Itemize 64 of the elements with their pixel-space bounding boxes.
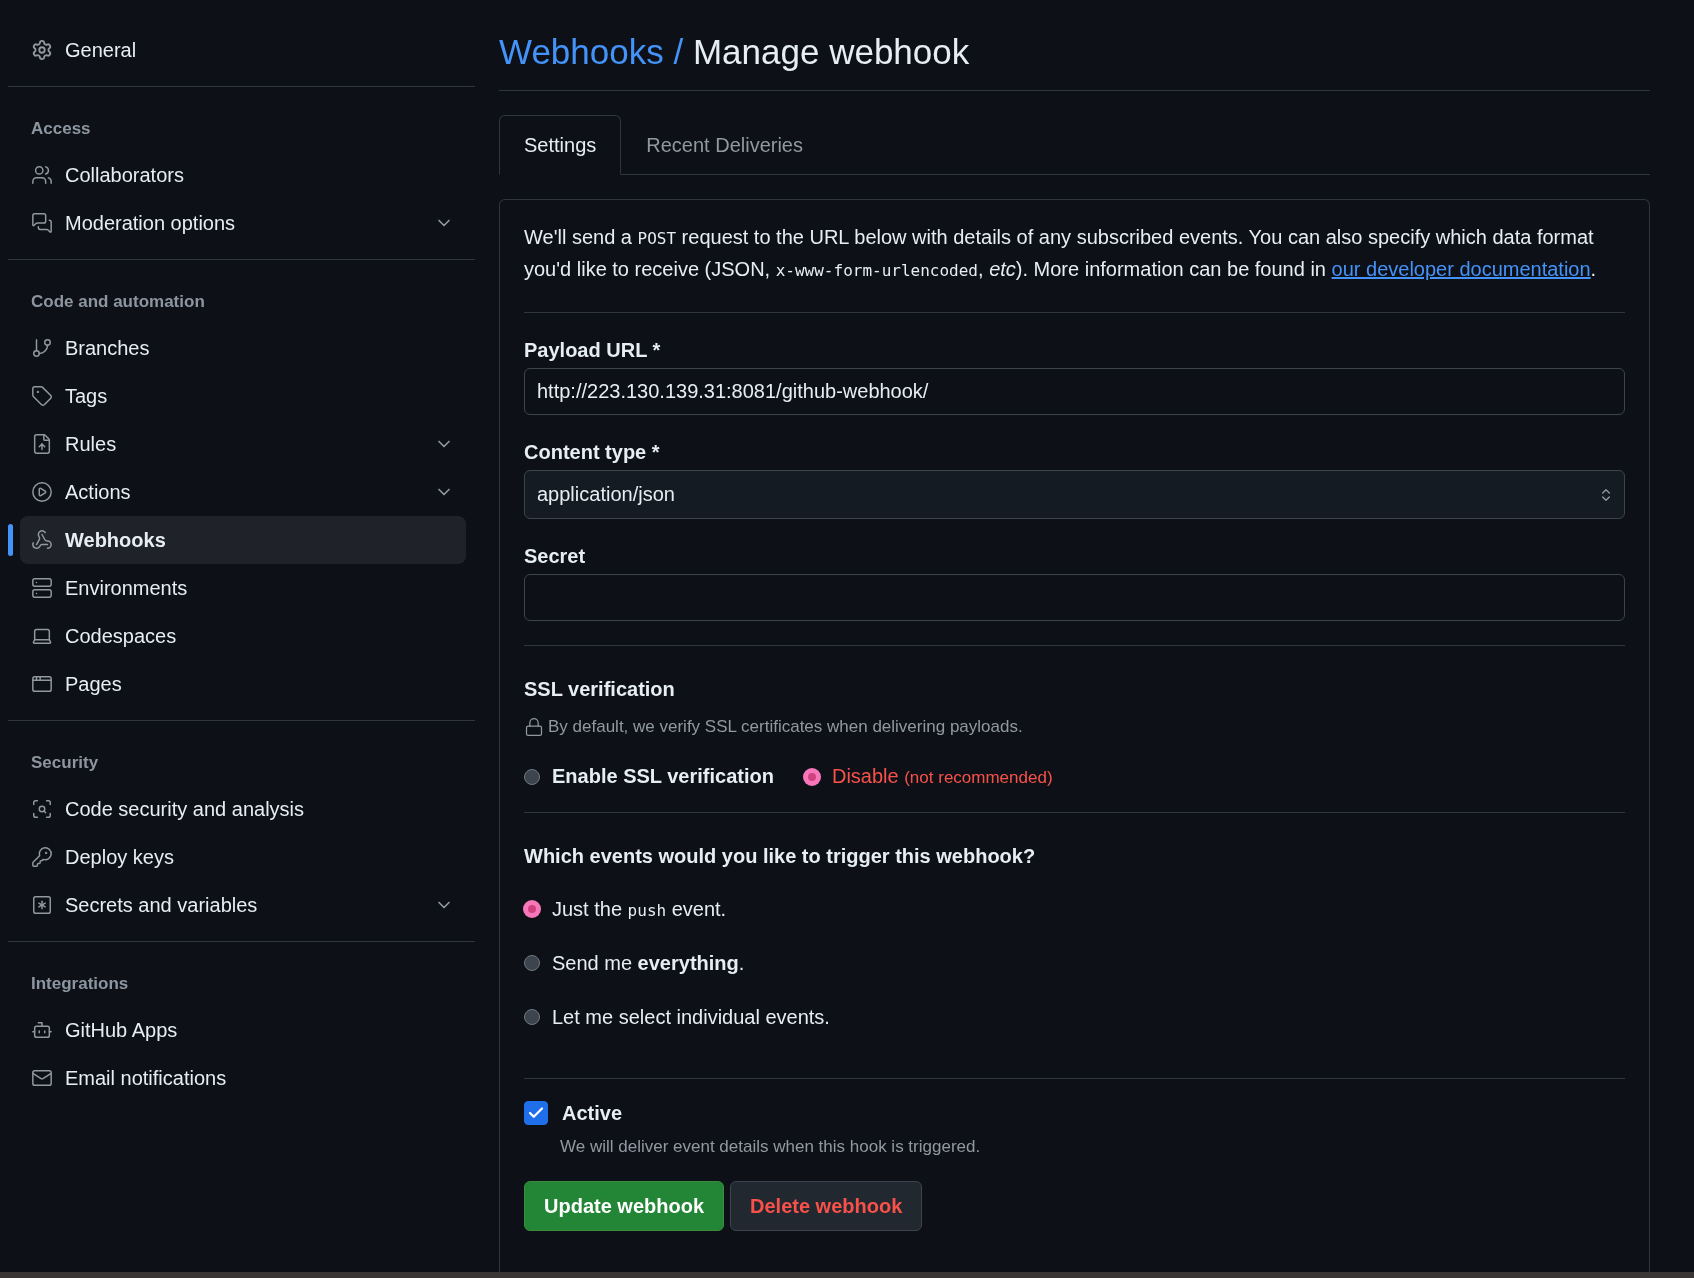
documentation-link[interactable]: our developer documentation: [1331, 258, 1591, 280]
asterisk-square-icon: [31, 894, 53, 916]
sidebar-item[interactable]: Branches: [20, 324, 466, 372]
branch-icon: [31, 337, 53, 359]
update-button[interactable]: Update webhook: [524, 1181, 724, 1231]
section-heading: Which events would you like to trigger this webhook?: [524, 845, 1037, 868]
field-label: Payload URL *: [524, 339, 662, 362]
checkbox-hint: We will deliver event details when this hook is triggered.: [560, 1137, 982, 1157]
description-text: We'll send a POST request to the URL below with details of any subscribed events. You can also specify which data format you'd like to receive (JSON, x-www-form-urlencoded, etc). More information can be found in our developer documentation.: [524, 222, 1625, 313]
key-icon: [31, 846, 53, 868]
settings-icon: [31, 39, 53, 61]
file-upload-icon: [31, 433, 53, 455]
delete-button[interactable]: Delete webhook: [730, 1181, 923, 1231]
sidebar-item[interactable]: Collaborators: [20, 151, 466, 199]
sidebar-item[interactable]: Email notifications: [20, 1054, 466, 1102]
breadcrumb-link[interactable]: Webhooks /: [499, 32, 684, 71]
checkbox-label: Active: [562, 1101, 623, 1125]
page-title: Webhooks / Manage webhook: [499, 0, 1650, 91]
sidebar-item[interactable]: Moderation options: [20, 199, 466, 247]
sidebar-item[interactable]: Rules: [20, 420, 466, 468]
selection-bar: [8, 524, 13, 556]
sidebar-heading: Integrations: [30, 973, 130, 995]
radio-button[interactable]: [803, 768, 820, 785]
text-input[interactable]: http://223.130.139.31:8081/github-webhook/: [524, 368, 1625, 415]
play-circle-icon: [31, 481, 53, 503]
chat-bubbles-icon: [31, 212, 53, 234]
option-label: Let me select individual events.: [552, 1005, 830, 1029]
content-type-select[interactable]: application/json: [524, 470, 1625, 519]
server-icon: [31, 577, 53, 599]
checkbox[interactable]: [524, 1101, 548, 1125]
ssl-note: By default, we verify SSL certificates when delivering payloads.: [548, 717, 1023, 737]
text-input[interactable]: [524, 574, 1625, 621]
mail-icon: [31, 1067, 53, 1089]
sidebar-item[interactable]: GitHub Apps: [20, 1006, 466, 1054]
sidebar-heading: Access: [30, 118, 92, 140]
code-scan-icon: [31, 798, 53, 820]
radio-button[interactable]: [524, 768, 540, 785]
browser-window-icon: [31, 673, 53, 695]
option-label: Send me everything.: [552, 951, 745, 975]
radio-button[interactable]: [524, 1009, 540, 1025]
sidebar-heading: Security: [30, 752, 100, 774]
sidebar-item[interactable]: General: [20, 26, 466, 74]
option-label: Just the push event.: [552, 897, 727, 921]
tab[interactable]: Settings: [499, 115, 622, 175]
people-icon: [31, 164, 53, 186]
sidebar-heading: Code and automation: [30, 291, 206, 313]
sidebar-item[interactable]: Code security and analysis: [20, 785, 466, 833]
radio-button[interactable]: [524, 901, 540, 917]
radio-button[interactable]: [524, 955, 540, 971]
sidebar-item[interactable]: Pages: [20, 660, 466, 708]
sidebar-item[interactable]: Deploy keys: [20, 833, 466, 881]
tag-icon: [31, 385, 53, 407]
webhook-icon: [31, 529, 53, 551]
sidebar-item[interactable]: Environments: [20, 564, 466, 612]
sidebar-item[interactable]: Tags: [20, 372, 466, 420]
sidebar-item[interactable]: Actions: [20, 468, 466, 516]
lock-icon: [524, 717, 544, 737]
field-label: Secret: [524, 545, 587, 568]
tab[interactable]: Recent Deliveries: [621, 115, 828, 175]
sidebar-item[interactable]: Secrets and variables: [20, 881, 466, 929]
section-heading: SSL verification: [524, 678, 676, 701]
field-label: Content type *: [524, 441, 661, 464]
sidebar-item[interactable]: Codespaces: [20, 612, 466, 660]
robot-icon: [31, 1019, 53, 1041]
